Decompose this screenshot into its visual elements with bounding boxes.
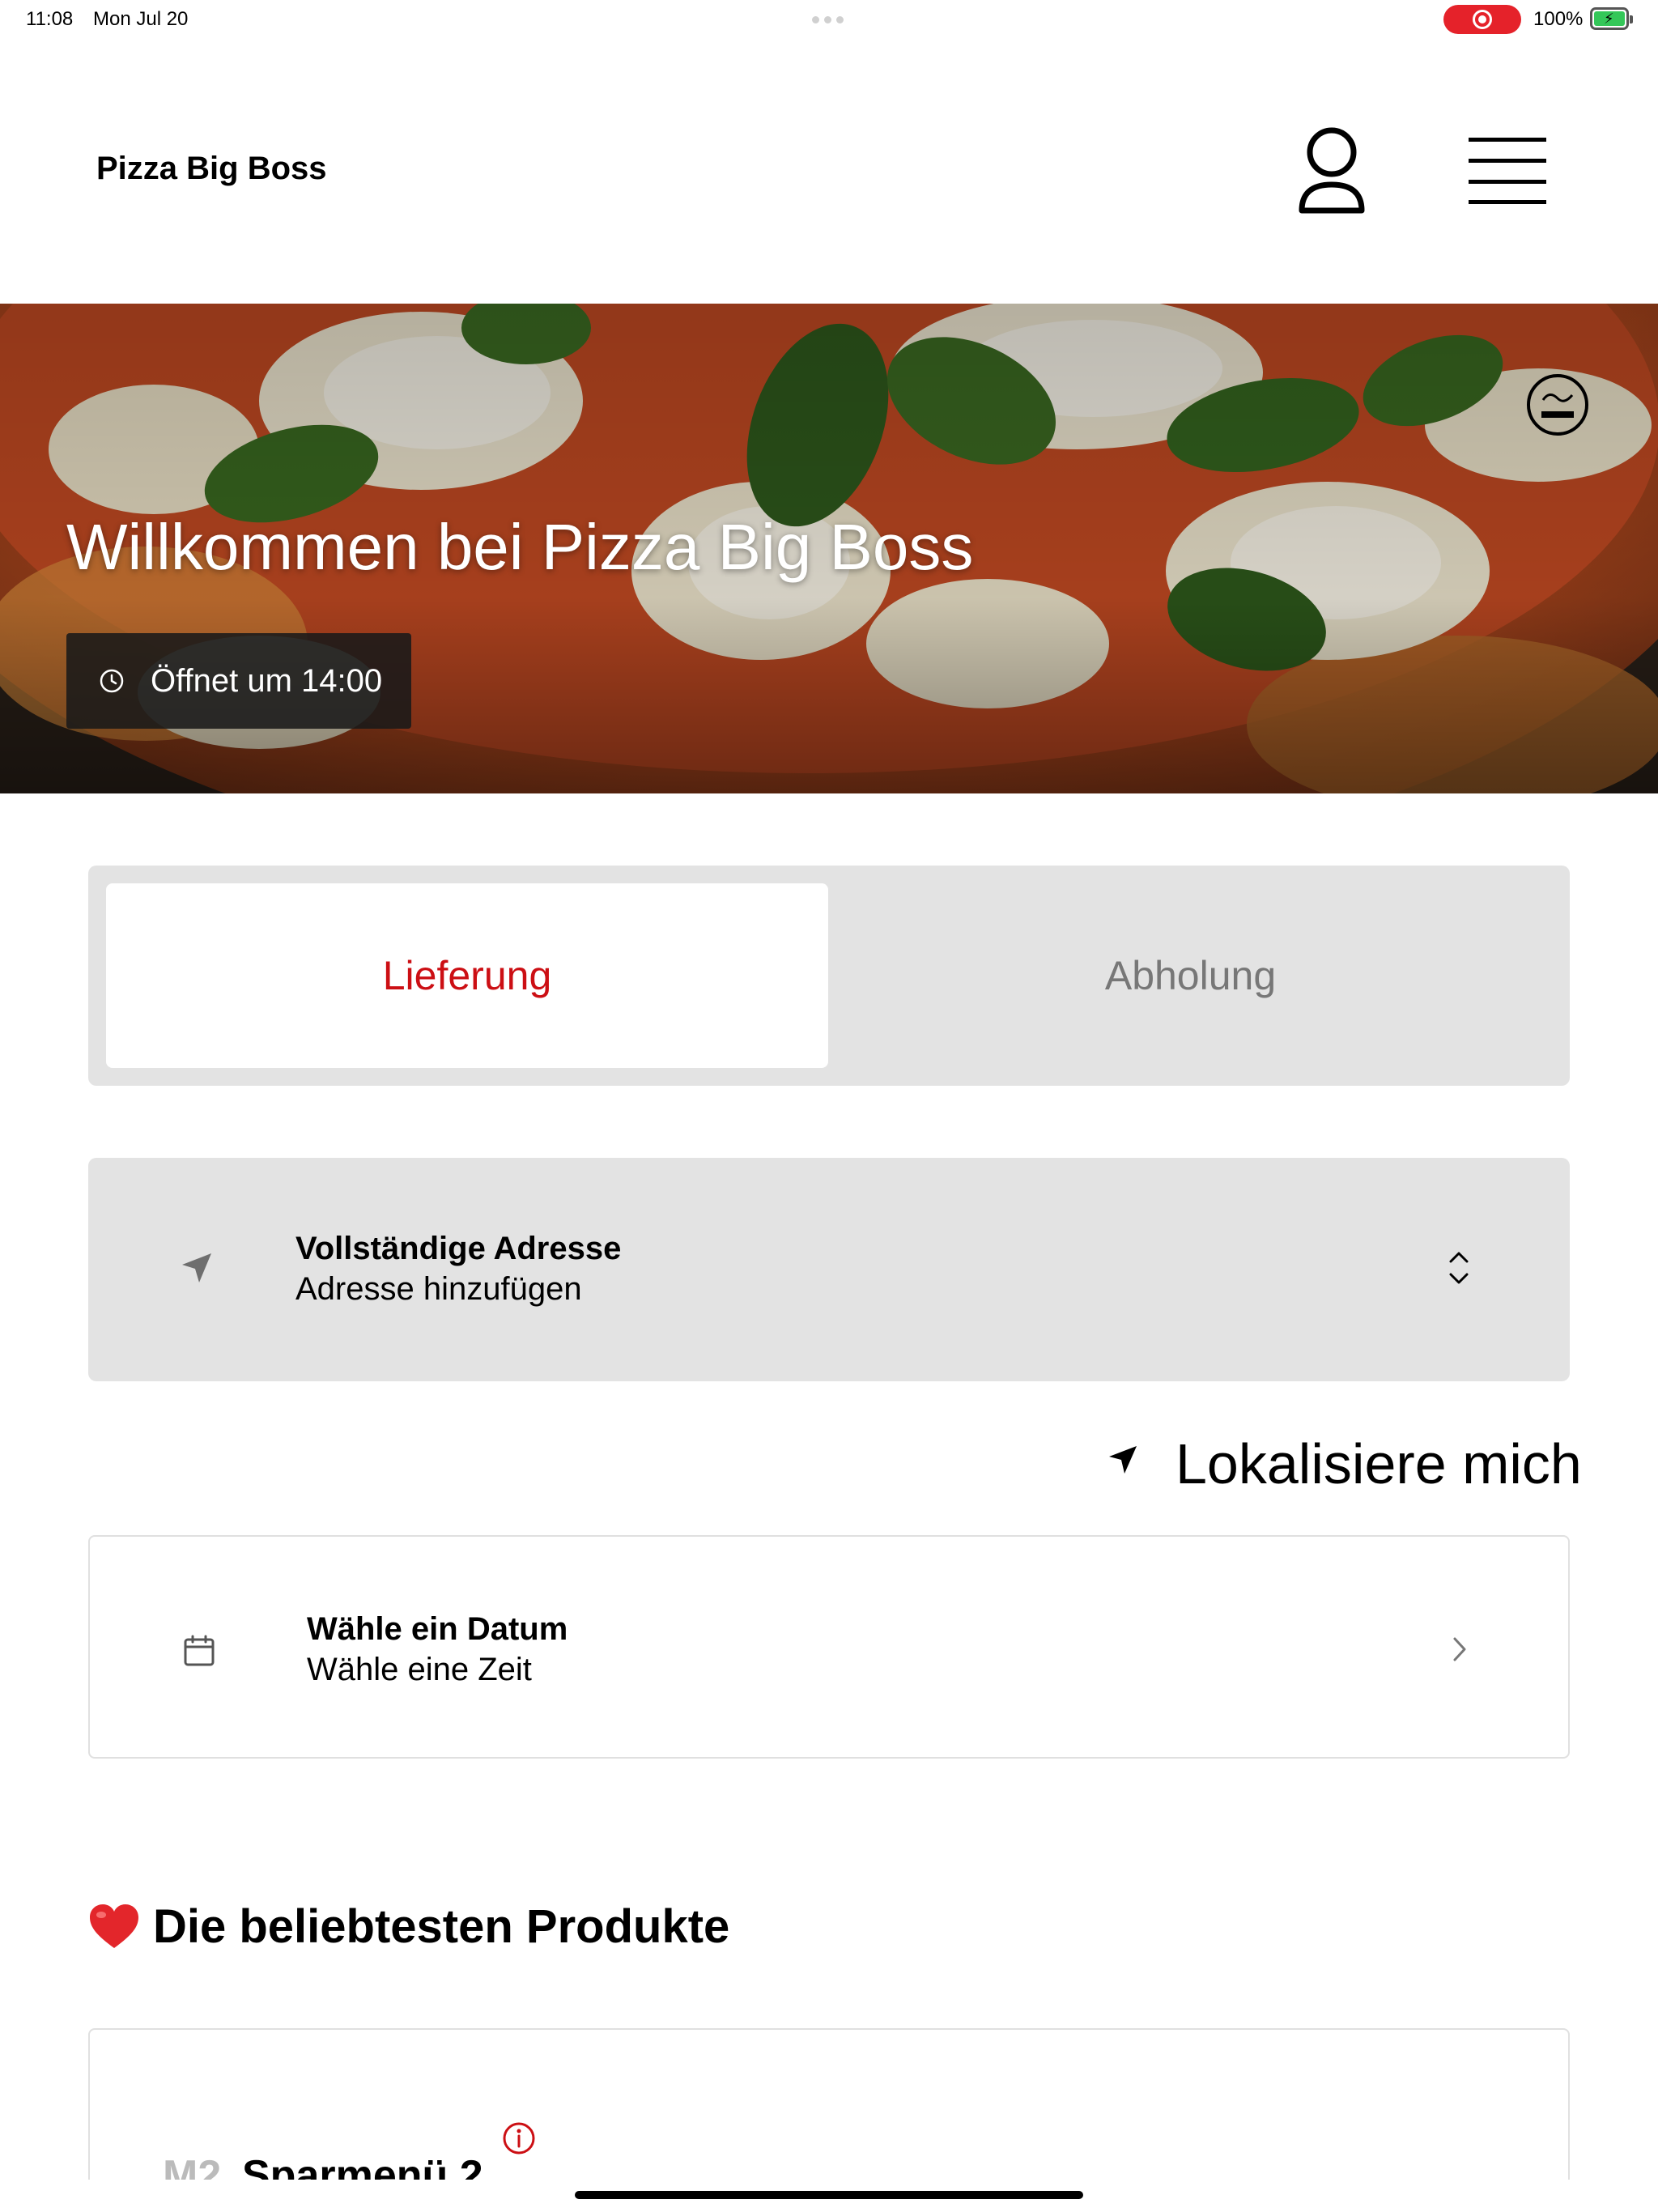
address-selector[interactable]: Vollständige Adresse Adresse hinzufügen — [88, 1158, 1570, 1381]
opening-hours-text: Öffnet um 14:00 — [151, 663, 383, 699]
user-account-button[interactable] — [1295, 126, 1368, 217]
heart-icon — [90, 1904, 138, 1948]
hamburger-menu-button[interactable] — [1467, 136, 1548, 206]
tab-pickup[interactable]: Abholung — [829, 883, 1552, 1068]
brand-name[interactable]: Pizza Big Boss — [96, 151, 327, 187]
app-page: 11:08 Mon Jul 20 100% ⚡ Pizza Big Boss W… — [0, 0, 1658, 2212]
user-icon — [1299, 127, 1365, 214]
battery-icon: ⚡ — [1590, 7, 1633, 30]
tab-delivery[interactable]: Lieferung — [106, 883, 828, 1068]
status-date: Mon Jul 20 — [93, 8, 189, 30]
location-arrow-icon — [1109, 1446, 1137, 1474]
hamburger-menu-icon — [1469, 138, 1546, 204]
schedule-selector[interactable]: Wähle ein Datum Wähle eine Zeit — [88, 1535, 1570, 1759]
multitasking-dots-icon[interactable] — [812, 16, 844, 23]
address-title: Vollständige Adresse — [295, 1231, 622, 1266]
opening-hours-badge: Öffnet um 14:00 — [66, 633, 411, 729]
status-time: 11:08 — [26, 8, 74, 30]
locate-me-label: Lokalisiere mich — [1175, 1432, 1582, 1495]
chevron-up-down-icon — [1449, 1252, 1469, 1284]
battery-percent: 100% — [1533, 8, 1584, 30]
schedule-subtitle: Wähle eine Zeit — [307, 1652, 532, 1687]
chevron-right-icon — [1453, 1637, 1466, 1661]
navigation-arrow-icon — [182, 1253, 211, 1283]
home-indicator[interactable] — [575, 2191, 1083, 2199]
popular-heading-text: Die beliebtesten Produkte — [153, 1900, 730, 1953]
order-mode-toggle: Lieferung Abholung — [88, 866, 1570, 1086]
status-bar: 11:08 Mon Jul 20 100% ⚡ — [0, 0, 1658, 39]
schedule-title: Wähle ein Datum — [307, 1611, 568, 1647]
info-icon — [503, 2122, 535, 2155]
halal-icon — [1527, 374, 1588, 436]
address-subtitle: Adresse hinzufügen — [295, 1271, 582, 1307]
screen-recording-icon[interactable] — [1443, 5, 1521, 34]
calendar-icon — [184, 1635, 215, 1666]
clock-icon — [100, 669, 124, 693]
hero-title: Willkommen bei Pizza Big Boss — [66, 511, 974, 583]
locate-me-button[interactable]: Lokalisiere mich — [1106, 1428, 1582, 1495]
